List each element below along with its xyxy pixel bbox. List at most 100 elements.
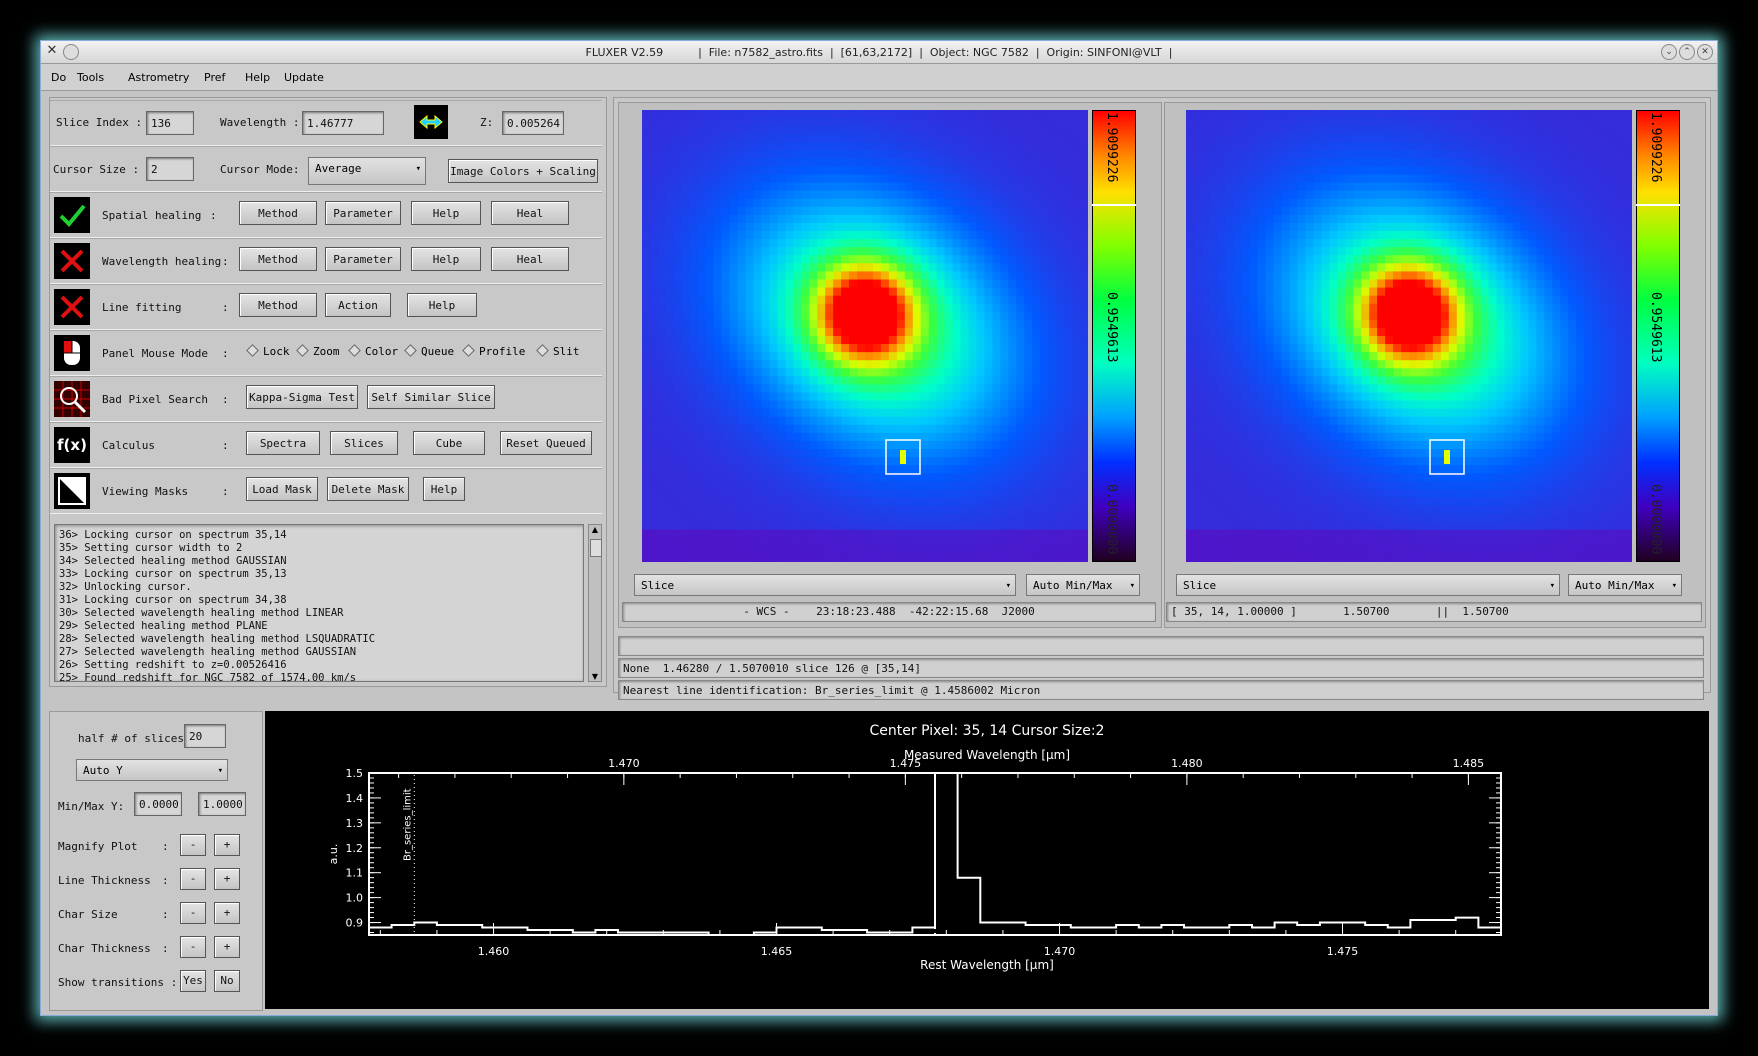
cube-button[interactable]: Cube [413, 431, 485, 455]
image-pixel [1000, 336, 1009, 345]
image-pixel [984, 408, 994, 418]
image-pixel [976, 303, 986, 313]
image-pixel [1040, 287, 1049, 297]
image-pixel [753, 231, 763, 240]
kappa-sigma-button[interactable]: Kappa-Sigma Test [246, 385, 358, 409]
image-pixel [1008, 319, 1017, 329]
image-pixel [841, 142, 850, 151]
wavelength-parameter-button[interactable]: Parameter [325, 247, 401, 271]
image-pixel [1488, 295, 1498, 305]
wavelength-input[interactable]: 1.46777 [302, 111, 384, 135]
image-pixel [1040, 327, 1049, 337]
delete-mask-button[interactable]: Delete Mask [327, 477, 409, 501]
image-pixel [1064, 126, 1073, 135]
slice-dropdown-left[interactable]: Slice ▾ [634, 574, 1016, 596]
colorbar-left[interactable]: 1.9099226 0.9549613 0.0000000 [1092, 110, 1136, 562]
self-similar-button[interactable]: Self Similar Slice [367, 385, 495, 409]
image-pixel [1040, 174, 1049, 184]
image-pixel [849, 247, 858, 256]
scroll-up-icon[interactable]: ▲ [589, 525, 601, 534]
radio-color[interactable]: Color [348, 344, 398, 358]
image-pixel [761, 311, 771, 321]
image-pixel [817, 457, 826, 466]
masks-help-button[interactable]: Help [423, 477, 465, 501]
linefit-method-button[interactable]: Method [239, 293, 317, 317]
image-pixel [1273, 231, 1283, 240]
cursor-mode-dropdown[interactable]: Average ▾ [308, 157, 426, 185]
linefit-action-button[interactable]: Action [325, 293, 391, 317]
scroll-thumb[interactable] [590, 539, 602, 557]
wavelength-help-button[interactable]: Help [411, 247, 481, 271]
image-pixel [896, 529, 906, 539]
load-mask-button[interactable]: Load Mask [246, 477, 318, 501]
z-input[interactable]: 0.005264 [502, 111, 564, 135]
image-canvas-right[interactable] [1186, 110, 1633, 563]
radio-queue[interactable]: Queue [404, 344, 454, 358]
image-pixel [737, 408, 747, 418]
image-pixel [649, 440, 659, 450]
image-pixel [761, 392, 771, 402]
image-pixel [1080, 223, 1089, 232]
cursor-size-input[interactable]: 2 [146, 157, 194, 181]
linefit-help-button[interactable]: Help [407, 293, 477, 317]
image-pixel [833, 239, 842, 248]
image-colors-button[interactable]: Image Colors + Scaling [448, 159, 598, 183]
radio-profile[interactable]: Profile [462, 344, 525, 358]
slices-button[interactable]: Slices [330, 431, 398, 455]
spatial-help-button[interactable]: Help [411, 201, 481, 225]
image-pixel [1520, 263, 1530, 273]
slice-index-input[interactable]: 136 [146, 111, 194, 135]
image-pixel [777, 360, 786, 369]
wavelength-heal-button[interactable]: Heal [491, 247, 569, 271]
radio-zoom[interactable]: Zoom [296, 344, 340, 358]
image-pixel [1464, 134, 1474, 143]
wavelength-method-button[interactable]: Method [239, 247, 317, 271]
radio-slit[interactable]: Slit [536, 344, 580, 358]
log-scrollbar[interactable]: ▲ ▼ [588, 524, 602, 682]
menu-pref[interactable]: Pref [204, 71, 225, 84]
menu-tools[interactable]: Tools [77, 71, 104, 84]
image-pixel [1064, 384, 1073, 394]
minimize-icon[interactable]: ⌄ [1661, 44, 1677, 60]
image-pixel [825, 134, 834, 143]
maximize-icon[interactable]: ⌃ [1679, 44, 1695, 60]
image-pixel [713, 392, 723, 402]
arrows-icon[interactable] [414, 105, 448, 139]
image-pixel [1361, 174, 1370, 184]
image-pixel [1072, 223, 1081, 232]
image-pixel [713, 465, 723, 474]
image-pixel [857, 400, 866, 410]
spatial-parameter-button[interactable]: Parameter [325, 201, 401, 225]
image-pixel [681, 287, 691, 297]
menu-astrometry[interactable]: Astrometry [128, 71, 189, 84]
image-pixel [1241, 295, 1251, 305]
image-pixel [1225, 150, 1235, 160]
image-pixel [912, 110, 922, 119]
radio-lock[interactable]: Lock [246, 344, 290, 358]
image-pixel [1496, 126, 1506, 135]
image-pixel [896, 287, 906, 297]
radio-diamond-icon [404, 344, 417, 357]
image-pixel [825, 247, 834, 256]
image-pixel [865, 513, 874, 523]
image-canvas-left[interactable] [642, 110, 1089, 563]
scale-dropdown-left[interactable]: Auto Min/Max ▾ [1026, 574, 1140, 596]
reset-queued-button[interactable]: Reset Queued [500, 431, 592, 455]
image-pixel [872, 118, 882, 127]
close-icon[interactable]: ✕ [1697, 44, 1713, 60]
scroll-down-icon[interactable]: ▼ [589, 672, 601, 681]
image-pixel [1201, 247, 1211, 256]
spatial-method-button[interactable]: Method [239, 201, 317, 225]
menu-update[interactable]: Update [284, 71, 324, 84]
image-pixel [713, 198, 723, 208]
image-pixel [1329, 255, 1338, 264]
image-pixel [1361, 263, 1370, 273]
menu-help[interactable]: Help [245, 71, 270, 84]
menu-do[interactable]: Do [51, 71, 66, 84]
spatial-heal-button[interactable]: Heal [491, 201, 569, 225]
image-pixel [1233, 182, 1243, 192]
chevron-down-icon: ▾ [1005, 581, 1011, 591]
spectra-button[interactable]: Spectra [246, 431, 320, 455]
image-pixel [1008, 424, 1017, 434]
image-pixel [713, 360, 723, 369]
